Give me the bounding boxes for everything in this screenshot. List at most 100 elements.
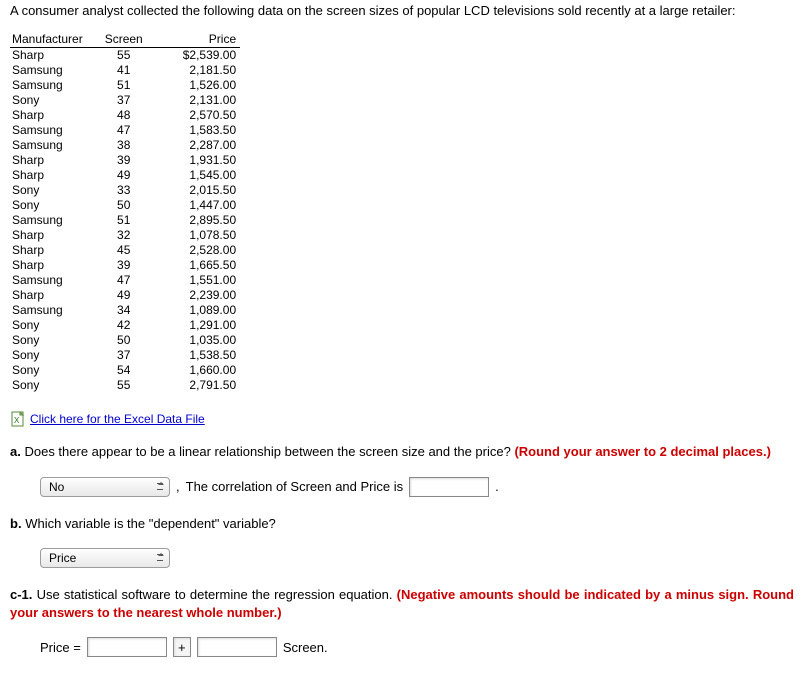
cell-price: 1,538.50 [153, 348, 240, 363]
cell-manufacturer: Sony [10, 348, 95, 363]
table-row: Sony371,538.50 [10, 348, 240, 363]
cell-screen: 51 [95, 78, 153, 93]
cell-screen: 51 [95, 213, 153, 228]
cell-price: 2,287.00 [153, 138, 240, 153]
cell-manufacturer: Samsung [10, 303, 95, 318]
data-table: Manufacturer Screen Price Sharp55$2,539.… [10, 32, 794, 393]
question-b-text: Which variable is the "dependent" variab… [25, 516, 276, 531]
answer-c1-row: Price = + Screen. [40, 637, 794, 657]
cell-screen: 55 [95, 47, 153, 63]
correlation-input[interactable] [409, 477, 489, 497]
cell-price: 1,291.00 [153, 318, 240, 333]
intercept-input[interactable] [87, 637, 167, 657]
excel-data-link[interactable]: Click here for the Excel Data File [30, 412, 205, 426]
cell-price: 2,895.50 [153, 213, 240, 228]
table-row: Sony541,660.00 [10, 363, 240, 378]
question-c1-label: c-1. [10, 587, 32, 602]
cell-screen: 54 [95, 363, 153, 378]
comma-text: , [176, 479, 180, 494]
cell-manufacturer: Sony [10, 333, 95, 348]
table-row: Samsung511,526.00 [10, 78, 240, 93]
cell-price: 1,035.00 [153, 333, 240, 348]
cell-manufacturer: Sharp [10, 153, 95, 168]
cell-screen: 50 [95, 198, 153, 213]
table-row: Sony372,131.00 [10, 93, 240, 108]
table-row: Sharp492,239.00 [10, 288, 240, 303]
answer-b-row: Price [40, 548, 794, 568]
cell-screen: 49 [95, 168, 153, 183]
table-row: Sharp55$2,539.00 [10, 47, 240, 63]
cell-price: 1,078.50 [153, 228, 240, 243]
cell-price: 2,131.00 [153, 93, 240, 108]
table-row: Samsung471,551.00 [10, 273, 240, 288]
cell-screen: 55 [95, 378, 153, 393]
table-row: Sony332,015.50 [10, 183, 240, 198]
cell-price: 1,665.50 [153, 258, 240, 273]
col-header-manufacturer: Manufacturer [10, 32, 95, 48]
cell-screen: 39 [95, 258, 153, 273]
cell-price: 2,791.50 [153, 378, 240, 393]
table-row: Sony501,447.00 [10, 198, 240, 213]
cell-screen: 39 [95, 153, 153, 168]
table-row: Samsung382,287.00 [10, 138, 240, 153]
cell-manufacturer: Sony [10, 183, 95, 198]
plus-box: + [173, 637, 191, 657]
cell-screen: 33 [95, 183, 153, 198]
cell-screen: 34 [95, 303, 153, 318]
table-row: Sony501,035.00 [10, 333, 240, 348]
col-header-screen: Screen [95, 32, 153, 48]
slope-input[interactable] [197, 637, 277, 657]
cell-manufacturer: Sony [10, 318, 95, 333]
table-row: Sony421,291.00 [10, 318, 240, 333]
question-a-label: a. [10, 444, 21, 459]
cell-price: 1,089.00 [153, 303, 240, 318]
linear-relationship-select[interactable]: No [40, 477, 170, 497]
cell-screen: 41 [95, 63, 153, 78]
cell-price: 2,015.50 [153, 183, 240, 198]
cell-price: 1,551.00 [153, 273, 240, 288]
table-row: Sharp491,545.00 [10, 168, 240, 183]
cell-screen: 37 [95, 348, 153, 363]
question-b-label: b. [10, 516, 22, 531]
dependent-variable-select[interactable]: Price [40, 548, 170, 568]
correlation-label: The correlation of Screen and Price is [186, 479, 404, 494]
cell-price: 1,447.00 [153, 198, 240, 213]
table-row: Samsung412,181.50 [10, 63, 240, 78]
cell-screen: 50 [95, 333, 153, 348]
table-row: Sony552,791.50 [10, 378, 240, 393]
cell-price: 1,526.00 [153, 78, 240, 93]
table-row: Sharp482,570.50 [10, 108, 240, 123]
cell-screen: 49 [95, 288, 153, 303]
question-c1-text: Use statistical software to determine th… [37, 587, 397, 602]
cell-manufacturer: Sharp [10, 168, 95, 183]
cell-manufacturer: Sharp [10, 228, 95, 243]
cell-price: 2,570.50 [153, 108, 240, 123]
cell-price: 2,239.00 [153, 288, 240, 303]
cell-screen: 32 [95, 228, 153, 243]
table-row: Sharp391,931.50 [10, 153, 240, 168]
cell-manufacturer: Samsung [10, 78, 95, 93]
cell-screen: 37 [95, 93, 153, 108]
cell-screen: 42 [95, 318, 153, 333]
cell-manufacturer: Sharp [10, 288, 95, 303]
cell-manufacturer: Sharp [10, 108, 95, 123]
table-row: Sharp391,665.50 [10, 258, 240, 273]
cell-price: 2,181.50 [153, 63, 240, 78]
question-b: b. Which variable is the "dependent" var… [10, 515, 794, 533]
cell-manufacturer: Sharp [10, 258, 95, 273]
cell-manufacturer: Sony [10, 93, 95, 108]
cell-screen: 38 [95, 138, 153, 153]
period-text: . [495, 479, 499, 494]
cell-price: 1,660.00 [153, 363, 240, 378]
question-a: a. Does there appear to be a linear rela… [10, 443, 794, 461]
cell-manufacturer: Sharp [10, 47, 95, 63]
cell-price: 2,528.00 [153, 243, 240, 258]
cell-screen: 47 [95, 273, 153, 288]
cell-manufacturer: Sharp [10, 243, 95, 258]
cell-price: 1,931.50 [153, 153, 240, 168]
screen-unit-label: Screen. [283, 640, 328, 655]
cell-screen: 45 [95, 243, 153, 258]
cell-screen: 47 [95, 123, 153, 138]
cell-manufacturer: Samsung [10, 123, 95, 138]
col-header-price: Price [153, 32, 240, 48]
